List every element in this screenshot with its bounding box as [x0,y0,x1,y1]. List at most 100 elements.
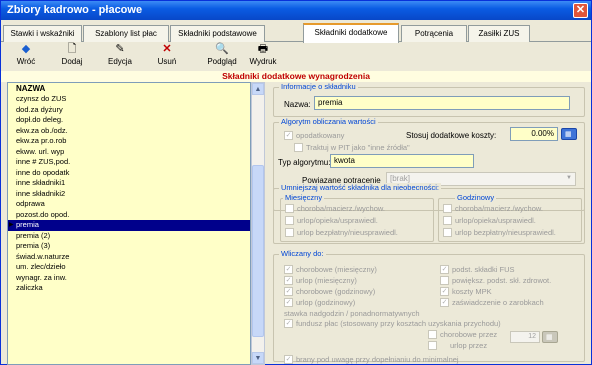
list-item[interactable]: inne # ZUS,pod. [8,157,250,168]
list-item[interactable]: dopł.do deleg. [8,115,250,126]
overtime-label: stawka nadgodzin / ponadnormatywnych [284,309,420,318]
info-group: Informacje o składniku Nazwa: premia [273,82,585,117]
algorithm-type-label: Typ algorytmu: [278,158,331,167]
window-title: Zbiory kadrowo - płacowe [7,4,143,16]
vacation-every-checkbox[interactable] [428,341,437,350]
option-checkbox[interactable] [285,228,294,237]
list-item[interactable]: ekw.za ob./odz. [8,126,250,137]
tab-stawki[interactable]: Stawki i wskaźniki [3,25,82,42]
algorithm-group-title: Algorytm obliczania wartości [279,117,378,126]
list-item[interactable]: pozost.do opod. [8,210,250,221]
close-button[interactable]: ✕ [573,3,588,18]
list-item[interactable]: premia (2) [8,231,250,242]
list-item[interactable]: inne składniki2 [8,189,250,200]
option-checkbox[interactable]: ✓ [440,298,449,307]
option-checkbox[interactable]: ✓ [284,276,293,285]
list-scrollbar[interactable]: ▲ ▼ [251,82,265,365]
linked-deduction-value: [brak] [390,174,411,183]
option-label: koszty MPK [452,287,492,296]
list-item[interactable]: dod.za dyżury [8,105,250,116]
option-checkbox[interactable] [443,228,452,237]
calculator-button[interactable]: ▦ [561,128,577,140]
name-field[interactable]: premia [314,96,570,110]
details-panel: Informacje o składniku Nazwa: premia Alg… [269,82,591,365]
option-label: urlop (godzinowy) [296,298,356,307]
list-items: czynsz do ZUS dod.za dyżury dopł.do deleg.… [8,94,250,294]
option-label: urlop/opieka/usprawiedl. [297,216,378,225]
list-item[interactable]: odprawa [8,199,250,210]
sick-every-checkbox[interactable] [428,330,437,339]
fund-checkbox[interactable]: ✓ [284,319,293,328]
months-calculator-button[interactable]: ▦ [542,331,558,343]
print-button[interactable]: 🖶 Wydruk [246,43,280,69]
info-group-title: Informacje o składniku [279,82,358,91]
option-label: chorobowe (godzinowy) [296,287,376,296]
option-checkbox[interactable]: ✓ [440,287,449,296]
option-label: choroba/macierz./wychow. [455,204,543,213]
algorithm-type-field[interactable]: kwota [330,154,474,168]
list-item[interactable]: czynsz do ZUS [8,94,250,105]
sick-every-label: chorobowe przez [440,330,498,339]
components-list[interactable]: NAZWA czynsz do ZUS dod.za dyżury dopł.do … [7,82,251,365]
included-group: Wliczany do: ✓ chorobowe (miesięczny) ✓ url… [273,249,585,364]
tab-zasilki-zus[interactable]: Zasiłki ZUS [468,25,530,42]
months-field[interactable]: 12 [510,331,540,343]
option-label: podst. składki FUS [452,265,515,274]
tab-skladniki-podstawowe[interactable]: Składniki podstawowe [170,25,265,42]
option-checkbox[interactable]: ✓ [440,265,449,274]
close-icon: ✕ [575,4,586,16]
pit-other-checkbox[interactable] [294,143,303,152]
option-checkbox[interactable] [443,216,452,225]
tab-skladniki-dodatkowe[interactable]: Składniki dodatkowe [303,23,399,43]
back-button[interactable]: ◆ Wróć [11,43,41,69]
list-header: NAZWA [8,83,250,94]
list-item[interactable]: ekw.za pr.o.rob [8,136,250,147]
list-item[interactable]: wynagr. za inw. [8,273,250,284]
title-bar[interactable]: Zbiory kadrowo - płacowe ✕ [1,1,591,20]
scroll-up-button[interactable]: ▲ [252,83,264,95]
absence-reduction-group: Umniejszaj wartość składnika dla nieobec… [273,183,585,244]
list-item[interactable]: premia (3) [8,241,250,252]
option-checkbox[interactable] [285,216,294,225]
option-checkbox[interactable]: ✓ [284,298,293,307]
taxed-checkbox[interactable]: ✓ [284,131,293,140]
monthly-subgroup: Miesięczny choroba/macierz./wychow. urlop… [280,193,434,242]
arrow-left-icon: ◆ [21,43,31,55]
taxed-label: opodatkowany [296,131,345,140]
calculator-icon: ▦ [546,334,553,341]
option-label: urlop/opieka/usprawiedl. [455,216,536,225]
scroll-down-button[interactable]: ▼ [252,352,264,364]
scroll-thumb[interactable] [252,165,264,337]
preview-button[interactable]: 🔍 Podgląd [203,43,241,69]
list-item[interactable]: inne składniki1 [8,178,250,189]
monthly-title: Miesięczny [283,193,325,202]
list-item[interactable]: premia [8,220,250,231]
add-button[interactable]: 🗋 Dodaj [57,43,87,69]
option-checkbox[interactable] [443,204,452,213]
list-item[interactable]: inne do opodatk [8,168,250,179]
option-checkbox[interactable]: ✓ [284,265,293,274]
edit-icon: ✎ [115,43,125,55]
tab-szablony[interactable]: Szablony list płac [83,25,169,42]
chevron-up-icon: ▲ [254,86,262,93]
option-label: zaświadczenie o zarobkach [452,298,544,307]
option-checkbox[interactable]: ✓ [284,287,293,296]
list-item[interactable]: um. zlec/dzieło [8,262,250,273]
list-item[interactable]: ekww. url. wyp [8,147,250,158]
pit-other-label: Traktuj w PIT jako "inne źródła" [306,143,410,152]
list-item[interactable]: świad.w.naturze [8,252,250,263]
edit-button[interactable]: ✎ Edycja [104,43,136,69]
option-label: urlop (miesięczny) [296,276,357,285]
minimum-label: brany pod uwagę przy dopełnianiu do mini… [296,355,459,364]
included-group-title: Wliczany do: [279,249,326,258]
option-label: urlop bezpłatny/nieusprawiedl. [455,228,556,237]
extra-costs-field[interactable]: 0.00% [510,127,558,141]
fund-label: fundusz płac (stosowany przy kosztach uz… [296,319,501,328]
option-checkbox[interactable] [285,204,294,213]
list-item[interactable]: zaliczka [8,283,250,294]
extra-costs-label: Stosuj dodatkowe koszty: [406,131,497,140]
option-checkbox[interactable] [440,276,449,285]
delete-button[interactable]: ✕ Usuń [153,43,181,69]
minimum-checkbox[interactable]: ✓ [284,355,293,364]
tab-potracenia[interactable]: Potrącenia [401,25,467,42]
